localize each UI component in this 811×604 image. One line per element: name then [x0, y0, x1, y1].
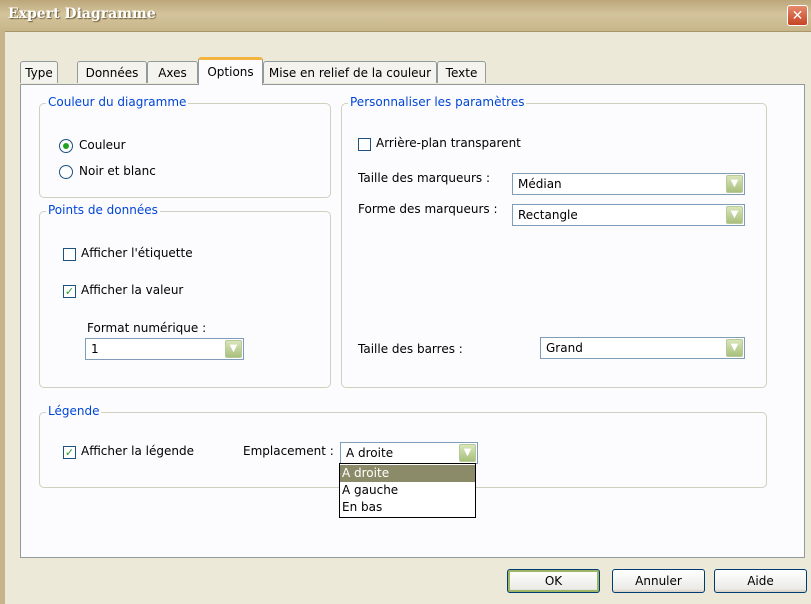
radio-dot [63, 143, 69, 149]
chevron-down-icon[interactable]: ▼ [726, 206, 743, 224]
color-radio-label[interactable]: Couleur [79, 138, 126, 152]
color-group-title: Couleur du diagramme [46, 95, 189, 109]
number-format-select[interactable]: 1 ▼ [85, 338, 244, 360]
close-icon[interactable]: ✕ [787, 5, 808, 26]
number-format-value: 1 [91, 342, 99, 356]
bar-size-select[interactable]: Grand ▼ [540, 337, 745, 359]
custom-settings-title: Personnaliser les paramètres [348, 95, 527, 109]
number-format-label: Format numérique : [87, 321, 207, 335]
placement-value: A droite [346, 446, 394, 460]
show-value-checkbox[interactable]: ✓ [63, 285, 76, 298]
legend-group-title: Légende [46, 404, 102, 418]
custom-settings-group: Personnaliser les paramètres Arrière-pla… [341, 95, 767, 388]
show-label-label[interactable]: Afficher l'étiquette [81, 246, 193, 260]
tab-axes[interactable]: Axes [147, 61, 198, 83]
bar-size-value: Grand [546, 341, 583, 355]
color-radio[interactable] [59, 139, 73, 153]
show-legend-label[interactable]: Afficher la légende [81, 444, 194, 458]
marker-size-value: Médian [518, 177, 562, 191]
tab-type[interactable]: Type [20, 61, 58, 83]
chevron-down-icon[interactable]: ▼ [459, 444, 476, 462]
data-points-group: Points de données Afficher l'étiquette ✓… [39, 203, 331, 388]
expert-diagramme-dialog: Expert Diagramme ✕ Type Données Axes Opt… [0, 0, 811, 604]
transparent-bg-checkbox[interactable] [358, 138, 371, 151]
marker-shape-label: Forme des marqueurs : [358, 202, 498, 216]
placement-option-bottom[interactable]: En bas [340, 499, 475, 516]
placement-dropdown-list: A droite A gauche En bas [339, 463, 476, 518]
transparent-bg-label[interactable]: Arrière-plan transparent [376, 136, 521, 150]
tab-donnees[interactable]: Données [77, 61, 147, 83]
window-title: Expert Diagramme [8, 6, 156, 22]
chevron-down-icon[interactable]: ▼ [726, 175, 743, 193]
show-legend-checkbox[interactable]: ✓ [63, 446, 76, 459]
marker-shape-select[interactable]: Rectangle ▼ [512, 204, 745, 226]
window-border [0, 31, 5, 604]
black-white-radio-label[interactable]: Noir et blanc [79, 164, 156, 178]
data-points-group-title: Points de données [46, 203, 160, 217]
tab-mise-en-relief[interactable]: Mise en relief de la couleur [263, 61, 437, 83]
tab-texte[interactable]: Texte [437, 61, 486, 83]
marker-size-select[interactable]: Médian ▼ [512, 173, 745, 195]
black-white-radio[interactable] [59, 165, 73, 179]
chevron-down-icon[interactable]: ▼ [225, 340, 242, 358]
bar-size-label: Taille des barres : [358, 342, 463, 356]
cancel-button[interactable]: Annuler [612, 569, 705, 593]
title-bar[interactable]: Expert Diagramme ✕ [0, 0, 811, 32]
marker-size-label: Taille des marqueurs : [358, 171, 490, 185]
placement-select[interactable]: A droite ▼ [340, 442, 478, 464]
ok-button[interactable]: OK [507, 569, 600, 593]
chevron-down-icon[interactable]: ▼ [726, 339, 743, 357]
help-button[interactable]: Aide [714, 569, 807, 593]
tab-options[interactable]: Options [198, 57, 263, 85]
placement-option-left[interactable]: A gauche [340, 482, 475, 499]
show-label-checkbox[interactable] [63, 248, 76, 261]
marker-shape-value: Rectangle [518, 208, 578, 222]
placement-option-right[interactable]: A droite [340, 465, 475, 482]
show-value-label[interactable]: Afficher la valeur [81, 283, 183, 297]
color-group: Couleur du diagramme Couleur Noir et bla… [39, 95, 331, 198]
placement-label: Emplacement : [243, 444, 334, 458]
